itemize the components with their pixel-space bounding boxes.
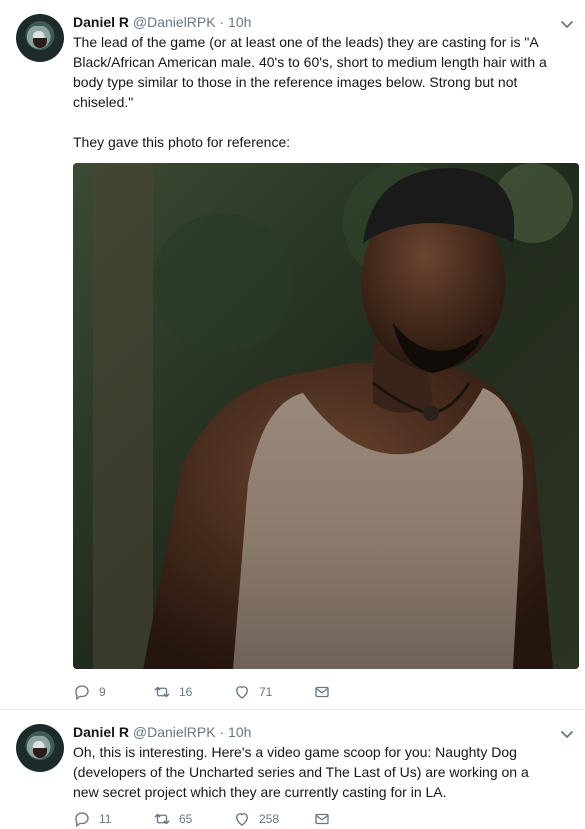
- retweet-count: 65: [179, 812, 193, 826]
- tweet-header: Daniel R @DanielRPK · 10h: [73, 723, 251, 741]
- retweet-button[interactable]: 16: [153, 683, 233, 701]
- avatar[interactable]: [16, 724, 64, 772]
- reply-count: 11: [99, 812, 112, 826]
- timestamp[interactable]: 10h: [228, 724, 251, 740]
- tweet-text: Oh, this is interesting. Here's a video …: [73, 744, 529, 800]
- timestamp[interactable]: 10h: [228, 14, 251, 30]
- direct-message-button[interactable]: [313, 683, 353, 701]
- separator: ·: [219, 724, 225, 740]
- retweet-icon: [154, 686, 170, 698]
- chevron-down-icon[interactable]: [559, 16, 575, 32]
- retweet-icon: [154, 813, 170, 825]
- reply-button[interactable]: 11: [73, 810, 153, 828]
- retweet-button[interactable]: 65: [153, 810, 233, 828]
- reply-count: 9: [99, 685, 106, 699]
- display-name[interactable]: Daniel R: [73, 724, 129, 740]
- retweet-count: 16: [179, 685, 193, 699]
- message-icon: [315, 813, 329, 825]
- chevron-down-icon[interactable]: [559, 726, 575, 742]
- tweet: Daniel R @DanielRPK · 10h Oh, this is in…: [0, 710, 585, 829]
- direct-message-button[interactable]: [313, 810, 353, 828]
- like-button[interactable]: 71: [233, 683, 313, 701]
- like-count: 71: [259, 685, 273, 699]
- message-icon: [315, 686, 329, 698]
- tweet-actions: 11 65 258: [73, 809, 353, 829]
- tweet-header: Daniel R @DanielRPK · 10h: [73, 13, 251, 31]
- photo-reference-image: [73, 163, 579, 669]
- tweet: Daniel R @DanielRPK · 10h The lead of th…: [0, 0, 585, 710]
- separator: ·: [219, 14, 225, 30]
- like-button[interactable]: 258: [233, 810, 313, 828]
- like-count: 258: [259, 812, 280, 826]
- reply-icon: [75, 812, 89, 828]
- like-icon: [236, 686, 248, 699]
- reply-button[interactable]: 9: [73, 683, 153, 701]
- reply-icon: [75, 685, 89, 701]
- username[interactable]: @DanielRPK: [133, 14, 216, 30]
- display-name[interactable]: Daniel R: [73, 14, 129, 30]
- tweet-text: The lead of the game (or at least one of…: [73, 34, 547, 150]
- like-icon: [236, 813, 248, 826]
- avatar[interactable]: [16, 14, 64, 62]
- tweet-actions: 9 16 71: [73, 682, 353, 702]
- tweet-photo[interactable]: [73, 163, 579, 669]
- username[interactable]: @DanielRPK: [133, 724, 216, 740]
